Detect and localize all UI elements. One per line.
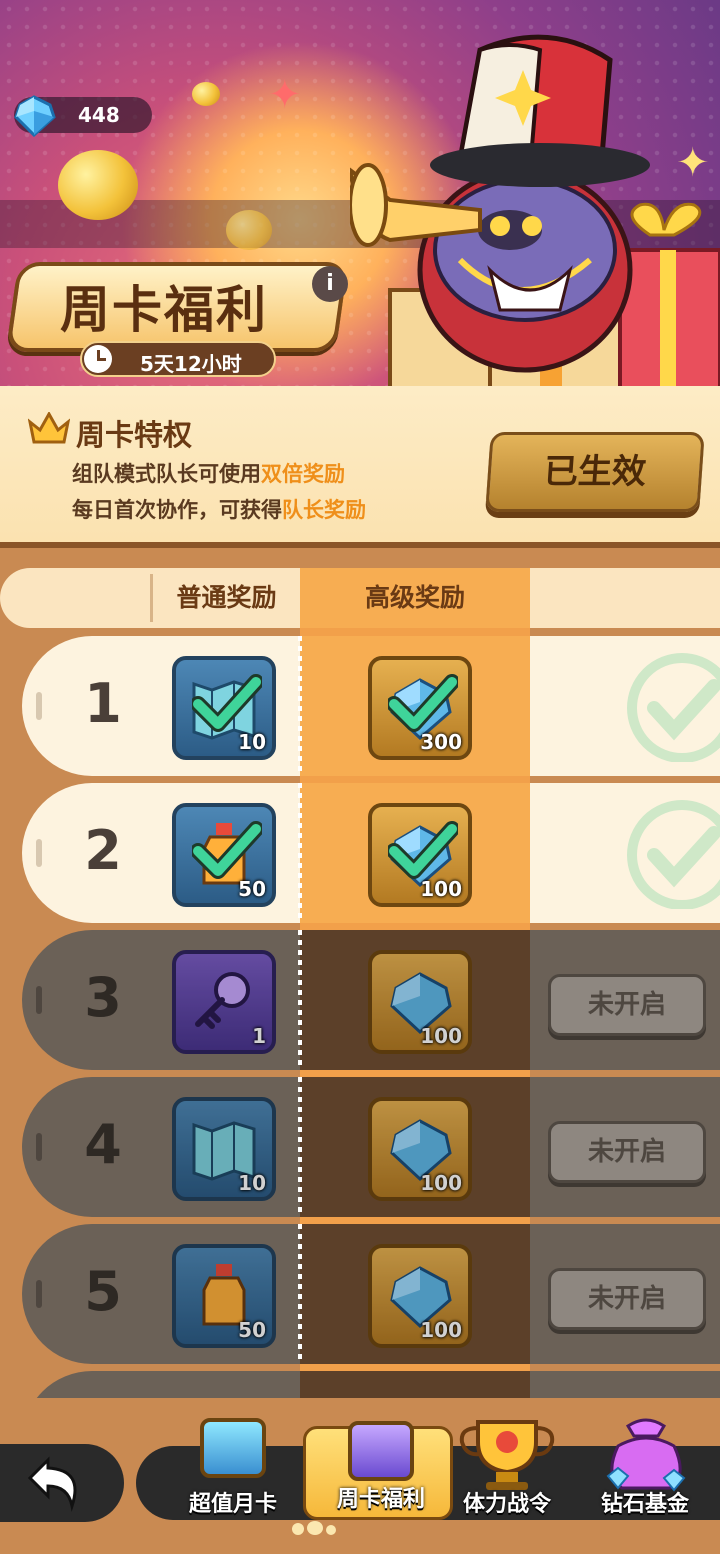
- tab-label: 钻石基金: [600, 1492, 689, 1517]
- row-notch: [36, 839, 42, 867]
- diamond-icon: [14, 95, 56, 137]
- reward-row: [22, 1371, 720, 1398]
- day-number: 2: [84, 819, 122, 882]
- not-opened-button[interactable]: 未开启: [548, 1121, 706, 1183]
- perforation: [298, 930, 302, 1070]
- normal-reward-item[interactable]: 10: [172, 1097, 276, 1201]
- premium-reward-header: 高级奖励: [300, 568, 530, 628]
- back-arrow-icon: [27, 1456, 77, 1512]
- privilege-title: 周卡特权: [76, 418, 193, 452]
- normal-reward-item[interactable]: 1: [172, 950, 276, 1054]
- normal-reward-header: 普通奖励: [150, 574, 300, 622]
- page-title: 周卡福利: [60, 281, 268, 339]
- item-quantity: 1: [252, 1024, 266, 1048]
- item-quantity: 100: [420, 1171, 462, 1195]
- premium-cell: [300, 1371, 530, 1398]
- day-number: 1: [84, 672, 122, 735]
- privilege-line-1: 组队模式队长可使用双倍奖励: [72, 458, 345, 488]
- coin-icon: [226, 210, 272, 250]
- reward-list[interactable]: 1 10 300 2 50 100 3 1 100 未开启 4 10 100 未…: [0, 628, 720, 1398]
- monthly-card-icon: [200, 1418, 266, 1478]
- privilege-line-1-text: 组队模式队长可使用: [72, 462, 261, 486]
- privilege-line-2-text: 每日首次协作，可获得: [72, 498, 282, 522]
- check-icon: [192, 674, 262, 732]
- not-opened-button[interactable]: 未开启: [548, 974, 706, 1036]
- item-quantity: 10: [238, 1171, 266, 1195]
- tab-monthly-card[interactable]: 超值月卡: [158, 1404, 308, 1524]
- item-quantity: 10: [238, 730, 266, 754]
- reward-row: 5 50 100 未开启: [22, 1224, 720, 1364]
- perforation: [298, 783, 302, 923]
- reward-row: 2 50 100: [22, 783, 720, 923]
- item-quantity: 100: [420, 1318, 462, 1342]
- info-icon[interactable]: i: [312, 266, 348, 302]
- premium-reward-item[interactable]: 300: [368, 656, 472, 760]
- row-notch: [36, 692, 42, 720]
- privilege-highlight-captain: 队长奖励: [282, 498, 366, 522]
- perforation: [298, 1077, 302, 1217]
- diamond-bag-icon: [606, 1418, 686, 1492]
- privilege-highlight-double: 双倍奖励: [261, 462, 345, 486]
- check-icon: [192, 821, 262, 879]
- reward-row: 4 10 100 未开启: [22, 1077, 720, 1217]
- remaining-time-text: 5天12小时: [140, 352, 242, 376]
- tab-label: 体力战令: [462, 1492, 551, 1517]
- remaining-time: 5天12小时: [80, 341, 276, 377]
- reward-row: 1 10 300: [22, 636, 720, 776]
- row-notch: [36, 1133, 42, 1161]
- item-quantity: 50: [238, 877, 266, 901]
- perforation: [298, 1224, 302, 1364]
- mascot-character-illustration: [350, 34, 720, 390]
- tab-label: 超值月卡: [188, 1492, 277, 1517]
- premium-reward-item[interactable]: 100: [368, 1097, 472, 1201]
- day-number: 4: [84, 1113, 122, 1176]
- tab-diamond-fund[interactable]: 钻石基金: [570, 1404, 720, 1524]
- coin-icon: [192, 82, 220, 106]
- row-notch: [36, 1280, 42, 1308]
- premium-reward-item[interactable]: 100: [368, 950, 472, 1054]
- sparkle-icon: ✦: [268, 72, 302, 118]
- clock-icon: [84, 345, 112, 373]
- reward-row: 3 1 100 未开启: [22, 930, 720, 1070]
- tab-indicator: [292, 1520, 339, 1539]
- claimed-check-icon: [627, 800, 720, 909]
- normal-reward-item[interactable]: 10: [172, 656, 276, 760]
- item-quantity: 100: [420, 1024, 462, 1048]
- check-icon: [388, 821, 458, 879]
- premium-reward-item[interactable]: 100: [368, 1244, 472, 1348]
- diamond-balance[interactable]: 448: [14, 95, 152, 137]
- activated-button[interactable]: 已生效: [485, 432, 705, 512]
- item-quantity: 50: [238, 1318, 266, 1342]
- normal-reward-item[interactable]: 50: [172, 803, 276, 907]
- item-quantity: 100: [420, 877, 462, 901]
- tab-weekly-card[interactable]: 周卡福利: [303, 1421, 453, 1520]
- perforation: [298, 636, 302, 776]
- item-quantity: 300: [420, 730, 462, 754]
- privilege-line-2: 每日首次协作，可获得队长奖励: [72, 494, 366, 524]
- normal-reward-item[interactable]: 50: [172, 1244, 276, 1348]
- premium-reward-item[interactable]: 100: [368, 803, 472, 907]
- key-icon: [195, 972, 250, 1029]
- crown-icon: [28, 412, 70, 444]
- row-notch: [36, 986, 42, 1014]
- diamond-count: 448: [78, 103, 120, 127]
- day-number: 3: [84, 966, 122, 1029]
- back-button[interactable]: [0, 1444, 124, 1522]
- coin-icon: [58, 150, 138, 220]
- trophy-icon: [459, 1420, 555, 1490]
- weekly-card-icon: [348, 1421, 414, 1481]
- day-number: 5: [84, 1260, 122, 1323]
- tab-stamina-pass[interactable]: 体力战令: [432, 1404, 582, 1524]
- not-opened-button[interactable]: 未开启: [548, 1268, 706, 1330]
- check-icon: [388, 674, 458, 732]
- claimed-check-icon: [627, 653, 720, 762]
